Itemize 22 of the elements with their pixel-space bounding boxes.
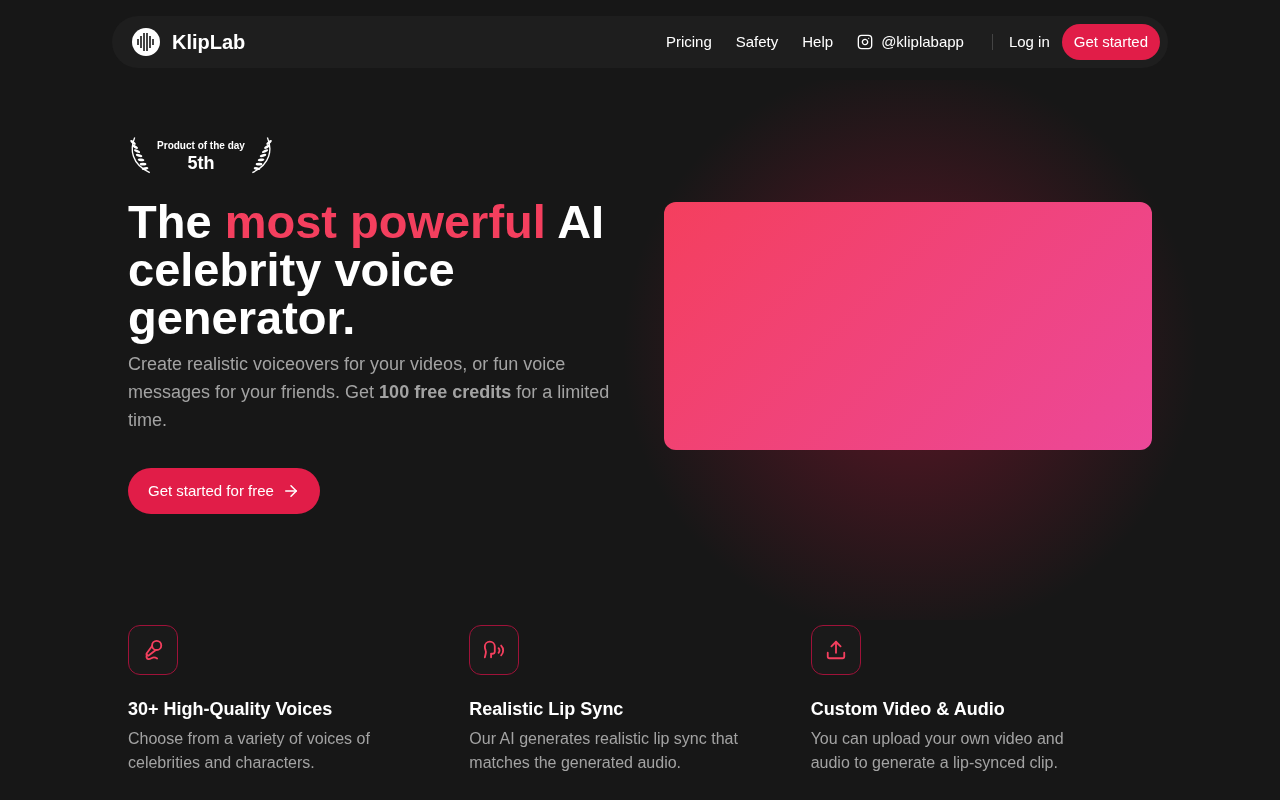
get-started-free-button[interactable]: Get started for free [128,468,320,514]
login-link[interactable]: Log in [1008,30,1050,54]
logo-icon [132,28,160,56]
award-title: Product of the day [157,138,245,153]
nav-link[interactable]: Safety [723,30,791,54]
nav-link[interactable]: Pricing [653,30,724,54]
feature-title: Custom Video & Audio [810,698,1006,721]
upload-icon [824,639,847,661]
nav-link[interactable]: Help [790,30,846,54]
get-started-button[interactable]: Get started [1061,24,1160,60]
feature-title: Realistic Lip Sync [469,698,625,721]
award-rank: 5th [187,152,215,173]
feature-title: 30+ High-Quality Voices [128,698,334,721]
feature-description: Our AI generates realistic lip sync that matches the generated audio. [469,729,739,773]
speaking-head-icon [483,639,506,661]
instagram-icon [857,34,874,50]
social-link[interactable]: @kliplabapp [845,30,976,54]
feature-description: Choose from a variety of voices of celebrities and characters. [128,729,371,773]
headline: The most powerful AI celebrity voice generator. [128,198,606,342]
hero-description: Create realistic voiceovers for your videos, or fun voice messages for your friends. Get 100 free credits for a limited time. [128,353,611,432]
brand-name: KlipLab [172,30,246,55]
feature-description: You can upload your own video and audio to generate a lip-synced clip. [810,729,1065,773]
